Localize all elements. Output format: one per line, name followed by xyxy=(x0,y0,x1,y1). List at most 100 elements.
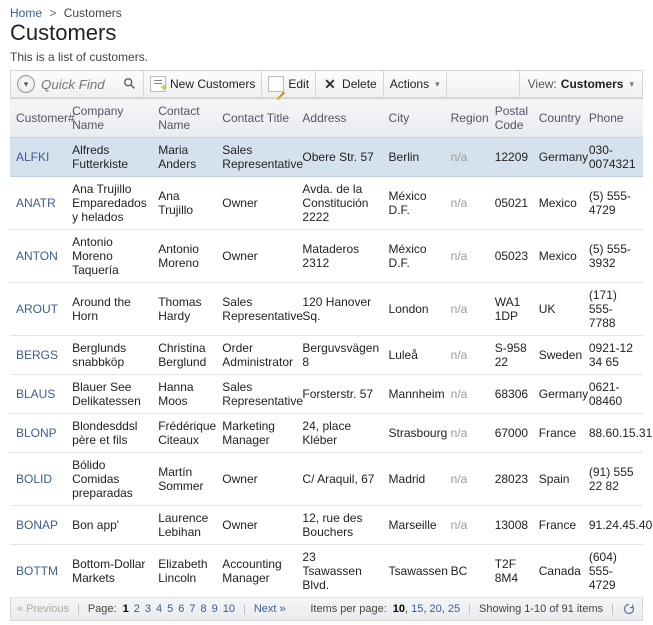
table-row[interactable]: AROUTAround the HornThomas HardySales Re… xyxy=(10,283,643,336)
dropdown-button[interactable]: ▾ xyxy=(17,75,35,93)
cell-phone: 030-0074321 xyxy=(583,138,643,177)
col-contact-title[interactable]: Contact Title xyxy=(216,99,296,138)
cell-id[interactable]: ANTON xyxy=(10,230,66,283)
cell-city: Luleå xyxy=(383,336,445,375)
pager-page-10[interactable]: 10 xyxy=(223,603,235,615)
table-row[interactable]: BONAPBon app'Laurence LebihanOwner12, ru… xyxy=(10,506,643,545)
page-size-15[interactable]: 15 xyxy=(411,603,423,615)
cell-region: n/a xyxy=(445,453,489,506)
customer-link[interactable]: BLAUS xyxy=(16,387,55,401)
col-address[interactable]: Address xyxy=(296,99,382,138)
cell-phone: (604) 555-4729 xyxy=(583,545,643,598)
col-country[interactable]: Country xyxy=(533,99,583,138)
table-row[interactable]: ANTONAntonio Moreno TaqueríaAntonio More… xyxy=(10,230,643,283)
cell-postal: WA1 1DP xyxy=(489,283,533,336)
cell-id[interactable]: BERGS xyxy=(10,336,66,375)
cell-company: Blondesddsl père et fils xyxy=(66,414,152,453)
cell-city: Marseille xyxy=(383,506,445,545)
customer-link[interactable]: BLONP xyxy=(16,426,57,440)
cell-company: Around the Horn xyxy=(66,283,152,336)
cell-contact_title: Order Administrator xyxy=(216,336,296,375)
refresh-icon[interactable] xyxy=(622,602,636,616)
actions-menu[interactable]: Actions ▾ xyxy=(384,71,447,97)
cell-id[interactable]: BLAUS xyxy=(10,375,66,414)
pager-page-2[interactable]: 2 xyxy=(134,603,140,615)
cell-region: n/a xyxy=(445,414,489,453)
pager-page-5[interactable]: 5 xyxy=(167,603,173,615)
cell-city: Berlin xyxy=(383,138,445,177)
cell-country: Sweden xyxy=(533,336,583,375)
col-phone[interactable]: Phone xyxy=(583,99,643,138)
col-region[interactable]: Region xyxy=(445,99,489,138)
cell-id[interactable]: AROUT xyxy=(10,283,66,336)
cell-id[interactable]: BOLID xyxy=(10,453,66,506)
quick-find-input[interactable] xyxy=(39,74,123,94)
pager-page-9[interactable]: 9 xyxy=(212,603,218,615)
items-per-page-label: Items per page: xyxy=(310,603,386,615)
col-postal[interactable]: Postal Code xyxy=(489,99,533,138)
view-label: View: xyxy=(528,77,557,91)
search-icon[interactable] xyxy=(123,77,137,91)
cell-address: Avda. de la Constitución 2222 xyxy=(296,177,382,230)
edit-button[interactable]: Edit xyxy=(262,71,316,97)
actions-label: Actions xyxy=(390,77,429,91)
page-title: Customers xyxy=(10,20,643,46)
customer-link[interactable]: BOTTM xyxy=(16,564,58,578)
customer-link[interactable]: ANTON xyxy=(16,249,58,263)
cell-phone: 0621-08460 xyxy=(583,375,643,414)
table-row[interactable]: BOLIDBólido Comidas preparadasMartín Som… xyxy=(10,453,643,506)
pager-page-4[interactable]: 4 xyxy=(156,603,162,615)
cell-region: n/a xyxy=(445,177,489,230)
pager-page-7[interactable]: 7 xyxy=(189,603,195,615)
cell-city: Strasbourg xyxy=(383,414,445,453)
customer-link[interactable]: BERGS xyxy=(16,348,58,362)
cell-region: BC xyxy=(445,545,489,598)
cell-id[interactable]: BONAP xyxy=(10,506,66,545)
customer-link[interactable]: BOLID xyxy=(16,472,52,486)
table-row[interactable]: ALFKIAlfreds FutterkisteMaria AndersSale… xyxy=(10,138,643,177)
customers-table: Customer# Company Name Contact Name Cont… xyxy=(10,98,643,598)
breadcrumb: Home > Customers xyxy=(10,6,643,20)
new-button[interactable]: ✦ New Customers xyxy=(144,71,262,97)
cell-postal: T2F 8M4 xyxy=(489,545,533,598)
table-row[interactable]: BLAUSBlauer See DelikatessenHanna MoosSa… xyxy=(10,375,643,414)
pager-previous[interactable]: « Previous xyxy=(17,603,69,615)
delete-button[interactable]: ✕ Delete xyxy=(316,71,384,97)
pager-page-8[interactable]: 8 xyxy=(200,603,206,615)
cell-id[interactable]: BOTTM xyxy=(10,545,66,598)
breadcrumb-home[interactable]: Home xyxy=(10,6,42,20)
cell-contact_title: Accounting Manager xyxy=(216,545,296,598)
page-size-25[interactable]: 25 xyxy=(448,603,460,615)
col-company[interactable]: Company Name xyxy=(66,99,152,138)
customer-link[interactable]: AROUT xyxy=(16,302,58,316)
cell-phone: 0921-12 34 65 xyxy=(583,336,643,375)
table-row[interactable]: BOTTMBottom-Dollar MarketsElizabeth Linc… xyxy=(10,545,643,598)
cell-contact_title: Owner xyxy=(216,177,296,230)
cell-phone: 91.24.45.40 xyxy=(583,506,643,545)
cell-id[interactable]: BLONP xyxy=(10,414,66,453)
cell-postal: 67000 xyxy=(489,414,533,453)
table-row[interactable]: BERGSBerglunds snabbköpChristina Berglun… xyxy=(10,336,643,375)
customer-link[interactable]: ANATR xyxy=(16,196,56,210)
pager-page-6[interactable]: 6 xyxy=(178,603,184,615)
page-size-20[interactable]: 20 xyxy=(430,603,442,615)
table-row[interactable]: ANATRAna Trujillo Emparedados y heladosA… xyxy=(10,177,643,230)
cell-phone: (91) 555 22 82 xyxy=(583,453,643,506)
cell-contact_name: Thomas Hardy xyxy=(152,283,216,336)
col-id[interactable]: Customer# xyxy=(10,99,66,138)
customer-link[interactable]: ALFKI xyxy=(16,150,49,164)
cell-phone: (5) 555-4729 xyxy=(583,177,643,230)
table-row[interactable]: BLONPBlondesddsl père et filsFrédérique … xyxy=(10,414,643,453)
cell-contact_name: Laurence Lebihan xyxy=(152,506,216,545)
cell-id[interactable]: ALFKI xyxy=(10,138,66,177)
customer-link[interactable]: BONAP xyxy=(16,518,58,532)
cell-country: Germany xyxy=(533,138,583,177)
col-contact-name[interactable]: Contact Name xyxy=(152,99,216,138)
pager-next[interactable]: Next » xyxy=(254,603,286,615)
cell-id[interactable]: ANATR xyxy=(10,177,66,230)
pager-page-3[interactable]: 3 xyxy=(145,603,151,615)
cell-postal: 28023 xyxy=(489,453,533,506)
col-city[interactable]: City xyxy=(383,99,445,138)
view-switcher[interactable]: View: Customers ▾ xyxy=(520,71,642,97)
breadcrumb-current: Customers xyxy=(64,6,122,20)
